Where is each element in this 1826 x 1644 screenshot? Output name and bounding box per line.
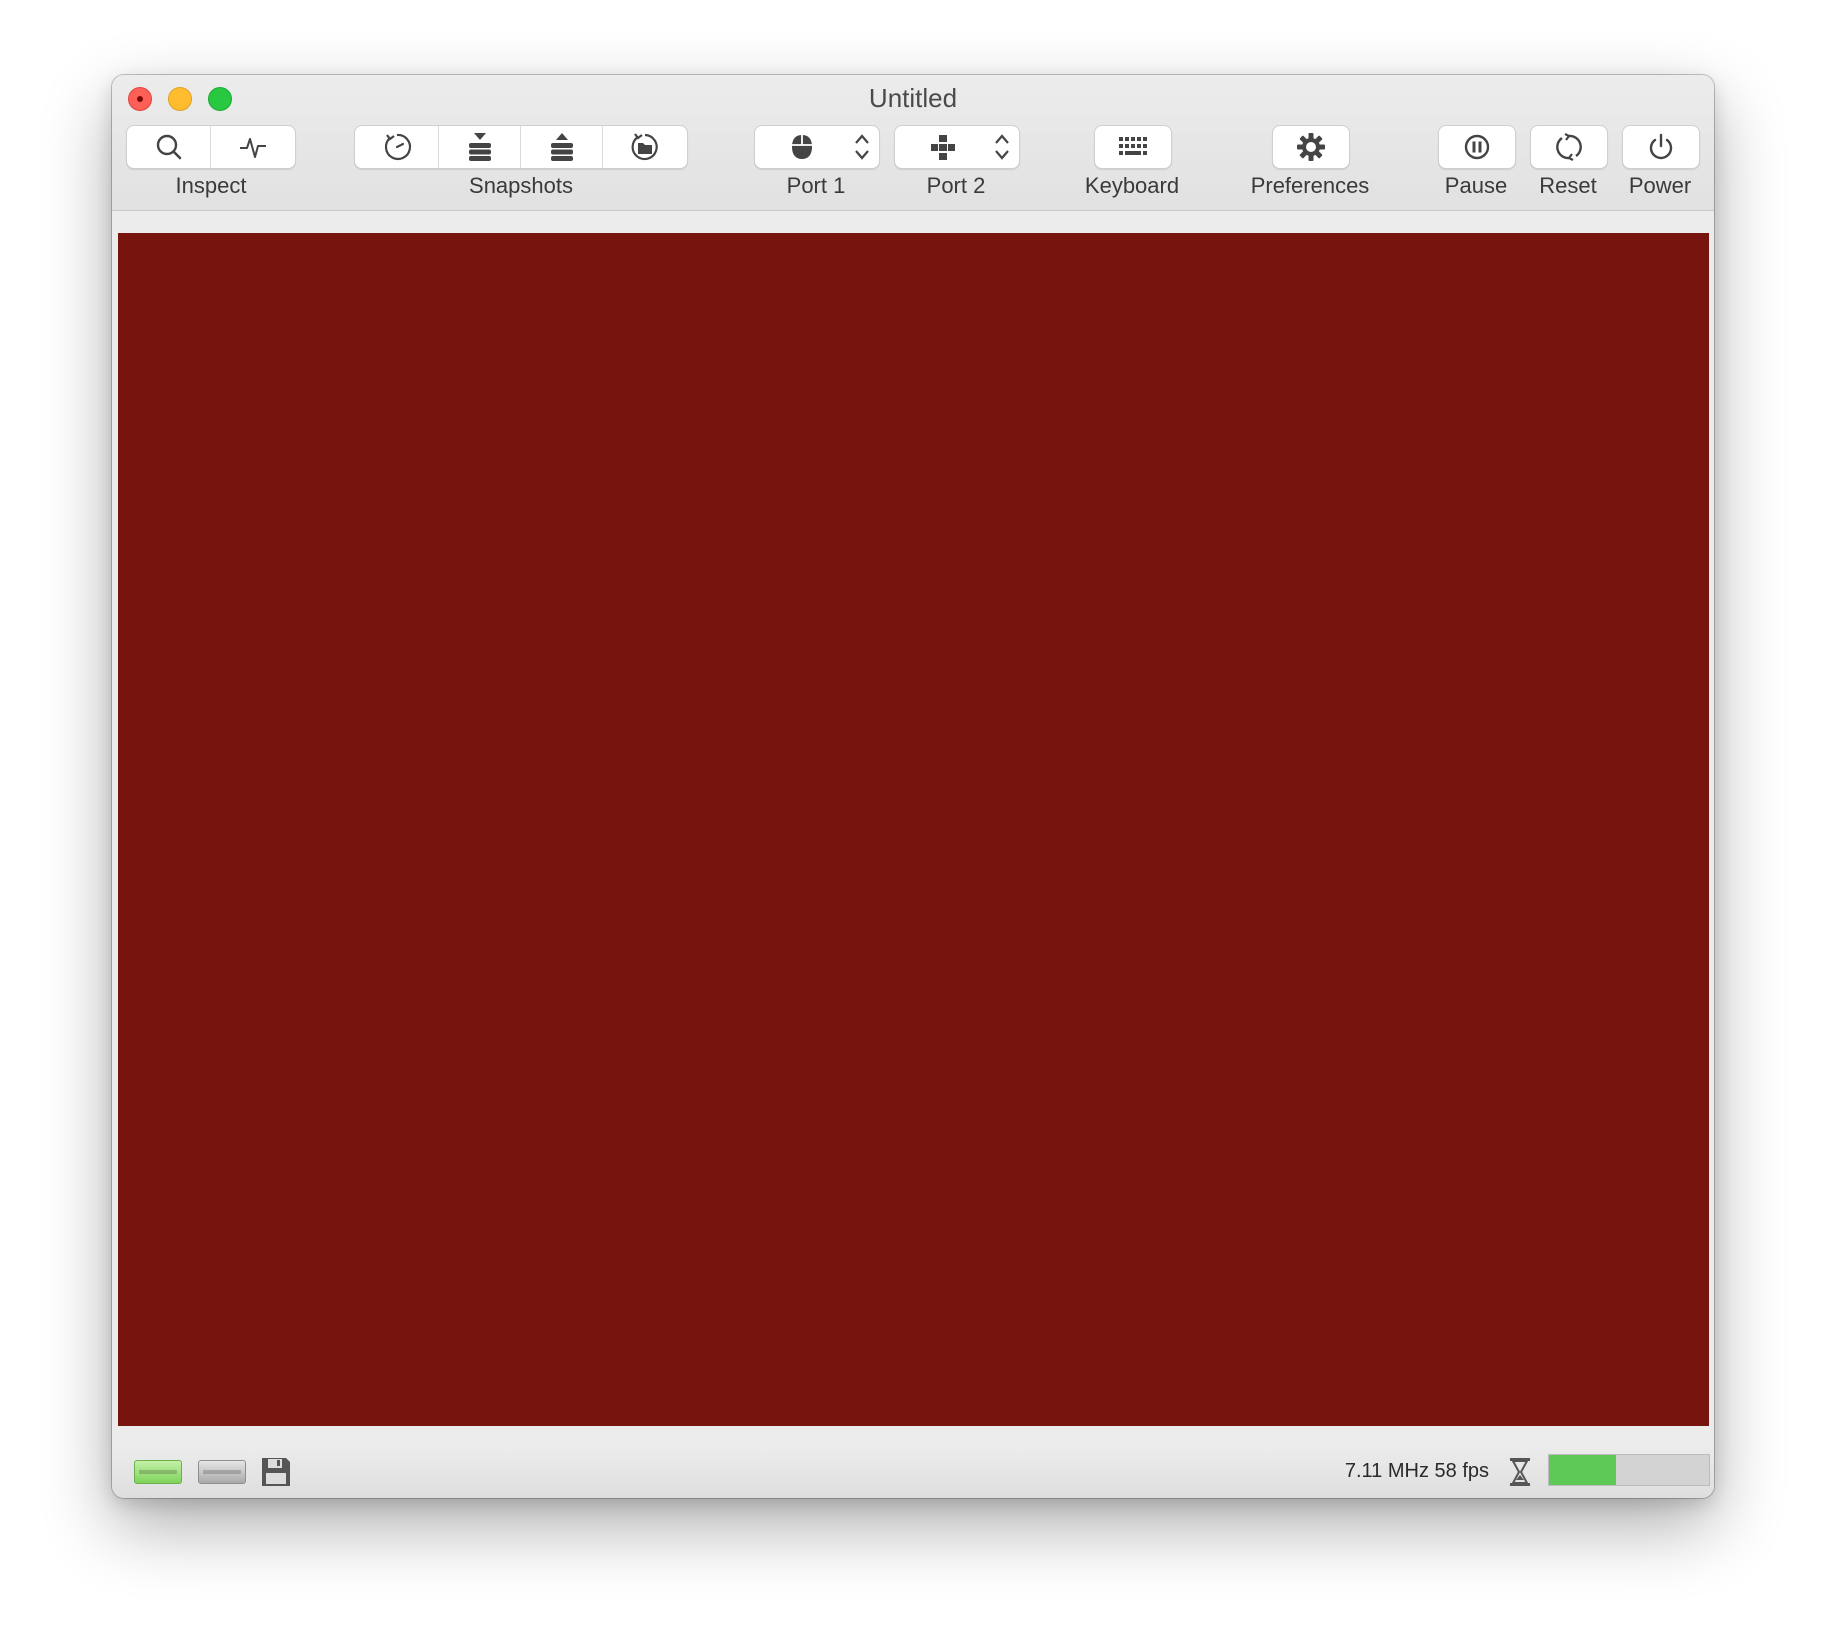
keyboard-label: Keyboard <box>1084 173 1180 198</box>
performance-meter <box>1548 1454 1710 1486</box>
mouse-icon <box>792 135 812 159</box>
preferences-button[interactable] <box>1273 126 1349 168</box>
window-title: Untitled <box>868 83 958 113</box>
keyboard-button[interactable] <box>1095 126 1171 168</box>
revert-snapshot-button[interactable] <box>355 126 439 168</box>
monitor-button[interactable] <box>211 126 295 168</box>
drive-1-led-icon[interactable] <box>134 1460 182 1484</box>
emulator-window: Untitled Inspect Snapshots Port 1 Port 2… <box>112 75 1714 1498</box>
hourglass-icon[interactable] <box>1508 1457 1532 1487</box>
power-icon <box>1649 133 1673 160</box>
take-snapshot-icon <box>468 133 491 161</box>
inspect-button[interactable] <box>127 126 211 168</box>
drive-2-led-icon[interactable] <box>198 1460 246 1484</box>
inspect-group <box>126 125 296 169</box>
port2-group <box>894 125 1020 169</box>
inspect-label: Inspect <box>175 173 247 198</box>
chevron-up-down-icon <box>855 134 869 160</box>
floppy-disk-icon[interactable] <box>260 1456 292 1488</box>
pause-label: Pause <box>1444 173 1508 198</box>
speed-fps-readout: 7.11 MHz 58 fps <box>1344 1460 1489 1482</box>
port2-popup[interactable] <box>894 125 1020 169</box>
preferences-label: Preferences <box>1250 173 1370 198</box>
power-group <box>1622 125 1700 169</box>
revert-clock-icon <box>384 133 411 161</box>
gear-icon <box>1297 133 1325 161</box>
reset-icon <box>1556 133 1582 161</box>
browse-snapshots-button[interactable] <box>603 126 687 168</box>
activity-pulse-icon <box>240 138 266 158</box>
reset-label: Reset <box>1539 173 1597 198</box>
keyboard-icon <box>1119 137 1147 155</box>
search-icon <box>156 134 181 160</box>
status-bar: 7.11 MHz 58 fps <box>112 1446 1714 1498</box>
pause-group <box>1438 125 1516 169</box>
restore-snapshot-button[interactable] <box>521 126 603 168</box>
emulator-screen[interactable] <box>118 233 1709 1426</box>
keyboard-group <box>1094 125 1172 169</box>
port1-label: Port 1 <box>786 173 846 198</box>
chevron-up-down-icon <box>995 134 1009 160</box>
power-label: Power <box>1628 173 1692 198</box>
browse-snapshots-icon <box>631 133 658 161</box>
reset-group <box>1530 125 1608 169</box>
joystick-dpad-icon <box>931 135 955 160</box>
reset-button[interactable] <box>1531 126 1607 168</box>
port2-label: Port 2 <box>926 173 986 198</box>
pause-icon <box>1464 134 1490 160</box>
pause-button[interactable] <box>1439 126 1515 168</box>
titlebar-toolbar: Untitled Inspect Snapshots Port 1 Port 2… <box>112 75 1714 211</box>
snapshots-group <box>354 125 688 169</box>
restore-snapshot-icon <box>550 133 573 161</box>
take-snapshot-button[interactable] <box>439 126 521 168</box>
snapshots-label: Snapshots <box>469 173 573 198</box>
port1-group <box>754 125 880 169</box>
preferences-group <box>1272 125 1350 169</box>
port1-popup[interactable] <box>754 125 880 169</box>
power-button[interactable] <box>1623 126 1699 168</box>
performance-meter-fill <box>1549 1455 1617 1485</box>
